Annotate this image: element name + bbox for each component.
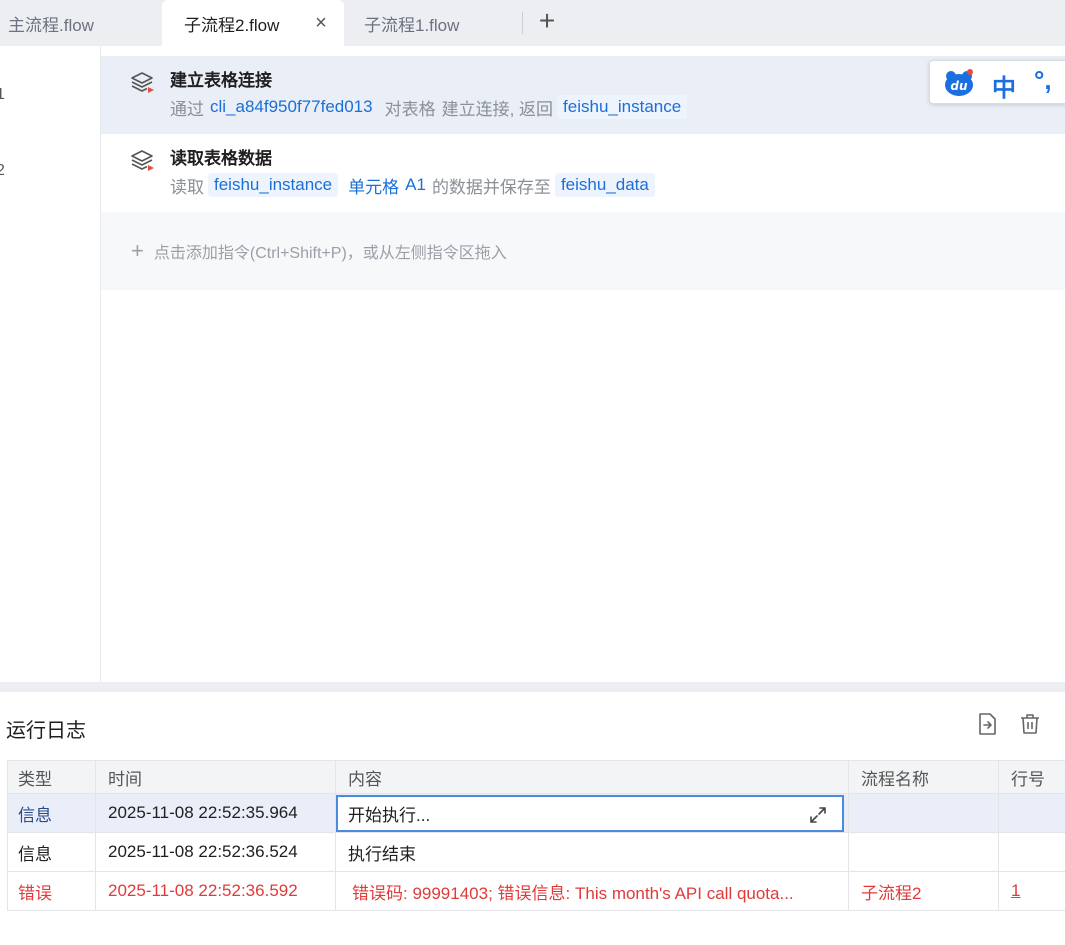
cell-label[interactable]: 单元格 bbox=[348, 173, 399, 198]
desc-text: 对表格 bbox=[384, 99, 436, 119]
log-flow: 子流程2 bbox=[849, 872, 999, 910]
line-number: 2 bbox=[0, 162, 5, 179]
desc-text: 建立连接, 返回 bbox=[441, 99, 554, 119]
log-table: 类型 时间 内容 流程名称 行号 信息 2025-11-08 22:52:35.… bbox=[7, 760, 1065, 911]
tab-main-flow[interactable]: 主流程.flow bbox=[0, 0, 160, 46]
log-line-link[interactable]: 1 bbox=[999, 872, 1065, 910]
expand-icon[interactable] bbox=[808, 805, 828, 825]
tab-label: 子流程1.flow bbox=[364, 15, 460, 35]
line-number: 1 bbox=[0, 86, 5, 103]
log-time: 2025-11-08 22:52:36.524 bbox=[96, 833, 336, 871]
run-log-panel: 运行日志 类型 时间 内容 流程名称 行号 信息 2025-11-08 22:5… bbox=[0, 692, 1065, 945]
log-title: 运行日志 bbox=[6, 720, 86, 742]
flow-editor: 建立表格连接 通过 cli_a84f950f77fed013 对表格 建立连接,… bbox=[101, 46, 1065, 682]
column-header[interactable]: 时间 bbox=[96, 761, 336, 793]
command-desc: 通过 cli_a84f950f77fed013 对表格 建立连接, 返回 fei… bbox=[170, 94, 691, 120]
log-content: 开始执行... bbox=[348, 806, 431, 825]
column-header[interactable]: 内容 bbox=[336, 761, 849, 793]
command-title: 建立表格连接 bbox=[170, 71, 272, 90]
desc-text: 的数据并保存至 bbox=[431, 177, 551, 197]
log-time: 2025-11-08 22:52:36.592 bbox=[96, 872, 336, 910]
svg-text:du: du bbox=[950, 79, 968, 93]
tab-label: 主流程.flow bbox=[8, 15, 94, 35]
layers-icon bbox=[131, 150, 154, 171]
return-variable[interactable]: feishu_instance bbox=[557, 95, 688, 119]
table-row[interactable]: 信息 2025-11-08 22:52:36.524 执行结束 bbox=[8, 833, 1065, 872]
column-header[interactable]: 行号 bbox=[999, 761, 1065, 793]
layers-icon bbox=[131, 72, 154, 93]
ime-toolbar[interactable]: du 中 °, bbox=[929, 60, 1065, 104]
log-type: 信息 bbox=[8, 833, 96, 871]
column-header[interactable]: 类型 bbox=[8, 761, 96, 793]
column-header[interactable]: 流程名称 bbox=[849, 761, 999, 793]
dest-variable[interactable]: feishu_data bbox=[554, 173, 655, 197]
ime-lang-toggle[interactable]: 中 bbox=[992, 68, 1016, 103]
tab-bar: 主流程.flow 子流程2.flow × 子流程1.flow + bbox=[0, 0, 1065, 46]
table-header: 类型 时间 内容 流程名称 行号 bbox=[8, 760, 1065, 794]
log-time: 2025-11-08 22:52:35.964 bbox=[96, 794, 336, 832]
command-row-read[interactable]: 读取表格数据 读取 feishu_instance 单元格 A1 的数据并保存至… bbox=[101, 134, 1065, 212]
ime-punct-toggle[interactable]: °, bbox=[1034, 65, 1052, 96]
close-icon[interactable]: × bbox=[310, 12, 332, 34]
log-flow bbox=[849, 833, 999, 871]
tab-subflow-2[interactable]: 子流程2.flow × bbox=[162, 0, 344, 46]
desc-text: 通过 bbox=[170, 99, 204, 119]
desc-text: 读取 bbox=[170, 177, 204, 197]
table-row[interactable]: 信息 2025-11-08 22:52:35.964 开始执行... bbox=[8, 794, 1065, 833]
command-row-connect[interactable]: 建立表格连接 通过 cli_a84f950f77fed013 对表格 建立连接,… bbox=[101, 56, 1065, 134]
command-title: 读取表格数据 bbox=[170, 149, 272, 168]
line-number-link[interactable]: 1 bbox=[1011, 881, 1020, 901]
export-icon[interactable] bbox=[975, 712, 999, 736]
plus-icon: + bbox=[131, 238, 144, 263]
plus-icon[interactable]: + bbox=[532, 6, 562, 38]
log-type: 信息 bbox=[8, 794, 96, 832]
line-gutter: 1 2 bbox=[0, 46, 101, 682]
log-type: 错误 bbox=[8, 872, 96, 910]
tab-label: 子流程2.flow bbox=[184, 15, 280, 35]
add-command-row[interactable]: + 点击添加指令(Ctrl+Shift+P)，或从左侧指令区拖入 bbox=[101, 212, 1065, 290]
cell-param[interactable]: A1 bbox=[405, 175, 426, 195]
log-content: 执行结束 bbox=[336, 833, 849, 871]
du-logo-icon: du bbox=[945, 69, 973, 96]
add-command-hint: 点击添加指令(Ctrl+Shift+P)，或从左侧指令区拖入 bbox=[153, 245, 507, 262]
trash-icon[interactable] bbox=[1018, 712, 1042, 736]
log-flow bbox=[849, 794, 999, 832]
command-desc: 读取 feishu_instance 单元格 A1 的数据并保存至 feishu… bbox=[170, 172, 659, 198]
panel-splitter[interactable] bbox=[0, 682, 1065, 692]
log-content-editor[interactable]: 开始执行... bbox=[336, 795, 844, 832]
log-content: 错误码: 99991403; 错误信息: This month's API ca… bbox=[336, 872, 849, 910]
tab-separator bbox=[522, 12, 523, 34]
table-row[interactable]: 错误 2025-11-08 22:52:36.592 错误码: 99991403… bbox=[8, 872, 1065, 911]
tab-subflow-1[interactable]: 子流程1.flow bbox=[344, 0, 524, 46]
source-variable[interactable]: feishu_instance bbox=[208, 173, 339, 197]
app-id-param[interactable]: cli_a84f950f77fed013 bbox=[210, 97, 373, 117]
